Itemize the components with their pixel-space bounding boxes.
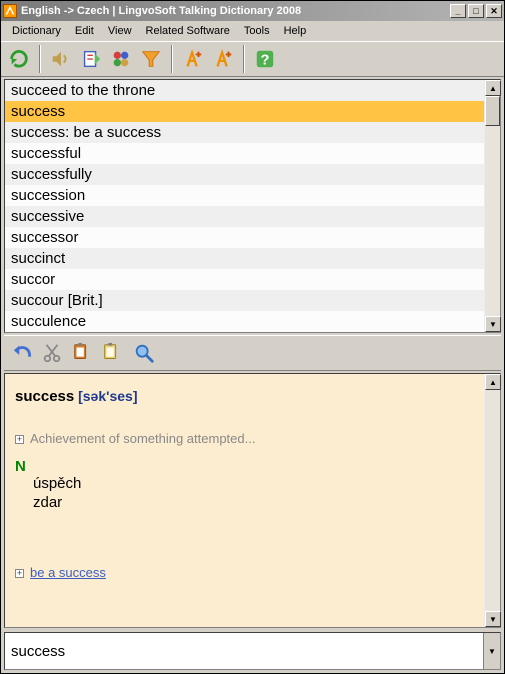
phonetic: [sək'ses] — [78, 388, 137, 404]
scroll-down-button[interactable]: ▼ — [485, 316, 501, 332]
wordlist-item[interactable]: succession — [5, 185, 484, 206]
detail-panel: success [sək'ses] + Achievement of someth… — [4, 373, 501, 628]
detail-content: success [sək'ses] + Achievement of someth… — [5, 374, 484, 627]
headword: success — [15, 388, 74, 405]
close-button[interactable]: ✕ — [486, 4, 502, 18]
maximize-button[interactable]: □ — [468, 4, 484, 18]
menu-help[interactable]: Help — [277, 23, 314, 39]
titlebar: English -> Czech | LingvoSoft Talking Di… — [1, 1, 504, 21]
scroll-up-button[interactable]: ▲ — [485, 374, 501, 390]
wordlist-item[interactable]: success: be a success — [5, 122, 484, 143]
wordlist-item[interactable]: succulence — [5, 311, 484, 332]
app-icon — [3, 4, 17, 18]
clipboard-button[interactable] — [77, 45, 105, 73]
font-increase-button[interactable] — [179, 45, 207, 73]
related-row: + be a success — [15, 565, 474, 580]
expand-icon[interactable]: + — [15, 435, 24, 444]
translation: úspěch — [33, 475, 474, 494]
definition-row: + Achievement of something attempted... — [15, 431, 474, 446]
wordlist-item[interactable]: successfully — [5, 164, 484, 185]
main-toolbar: ? — [1, 41, 504, 77]
search-button[interactable] — [130, 339, 158, 367]
wordlist-item[interactable]: succor — [5, 269, 484, 290]
menu-related-software[interactable]: Related Software — [139, 23, 237, 39]
scrollbar-track[interactable] — [485, 96, 500, 316]
menu-dictionary[interactable]: Dictionary — [5, 23, 68, 39]
toolbar-separator — [171, 45, 173, 73]
minimize-button[interactable]: _ — [450, 4, 466, 18]
expand-icon[interactable]: + — [15, 569, 24, 578]
wordlist-item[interactable]: succeed to the throne — [5, 80, 484, 101]
window-title: English -> Czech | LingvoSoft Talking Di… — [21, 5, 448, 17]
toolbar-separator — [39, 45, 41, 73]
menu-view[interactable]: View — [101, 23, 139, 39]
menu-tools[interactable]: Tools — [237, 23, 277, 39]
search-input[interactable] — [5, 633, 483, 669]
undo-button[interactable] — [8, 339, 36, 367]
help-button[interactable]: ? — [251, 45, 279, 73]
translation: zdar — [33, 494, 474, 513]
categories-button[interactable] — [107, 45, 135, 73]
wordlist-item[interactable]: success — [5, 101, 484, 122]
app-window: English -> Czech | LingvoSoft Talking Di… — [0, 0, 505, 674]
scroll-up-button[interactable]: ▲ — [485, 80, 501, 96]
wordlist-item[interactable]: successor — [5, 227, 484, 248]
wordlist-item[interactable]: succinct — [5, 248, 484, 269]
wordlist-item[interactable]: successful — [5, 143, 484, 164]
search-dropdown-button[interactable]: ▼ — [483, 633, 500, 669]
speak-button[interactable] — [47, 45, 75, 73]
wordlist-item[interactable]: successive — [5, 206, 484, 227]
window-controls: _ □ ✕ — [448, 4, 502, 18]
wordlist[interactable]: succeed to the thronesuccesssuccess: be … — [5, 80, 484, 332]
paste-button[interactable] — [98, 339, 126, 367]
refresh-button[interactable] — [5, 45, 33, 73]
scroll-down-button[interactable]: ▼ — [485, 611, 501, 627]
font-decrease-button[interactable] — [209, 45, 237, 73]
cut-button[interactable] — [38, 339, 66, 367]
scrollbar-track[interactable] — [485, 390, 500, 611]
toolbar-separator — [243, 45, 245, 73]
related-link[interactable]: be a success — [30, 565, 106, 580]
wordlist-item[interactable]: succour [Brit.] — [5, 290, 484, 311]
search-area: ▼ — [4, 632, 501, 670]
svg-text:?: ? — [261, 53, 270, 69]
wordlist-scrollbar[interactable]: ▲ ▼ — [484, 80, 500, 332]
detail-toolbar — [4, 335, 501, 371]
headword-line: success [sək'ses] — [15, 388, 474, 405]
menu-edit[interactable]: Edit — [68, 23, 101, 39]
part-of-speech: N — [15, 458, 474, 475]
detail-scrollbar[interactable]: ▲ ▼ — [484, 374, 500, 627]
copy-button[interactable] — [68, 339, 96, 367]
definition-text: Achievement of something attempted... — [30, 431, 255, 446]
scrollbar-thumb[interactable] — [485, 96, 500, 126]
filter-button[interactable] — [137, 45, 165, 73]
menubar: Dictionary Edit View Related Software To… — [1, 21, 504, 41]
wordlist-panel: succeed to the thronesuccesssuccess: be … — [4, 79, 501, 333]
